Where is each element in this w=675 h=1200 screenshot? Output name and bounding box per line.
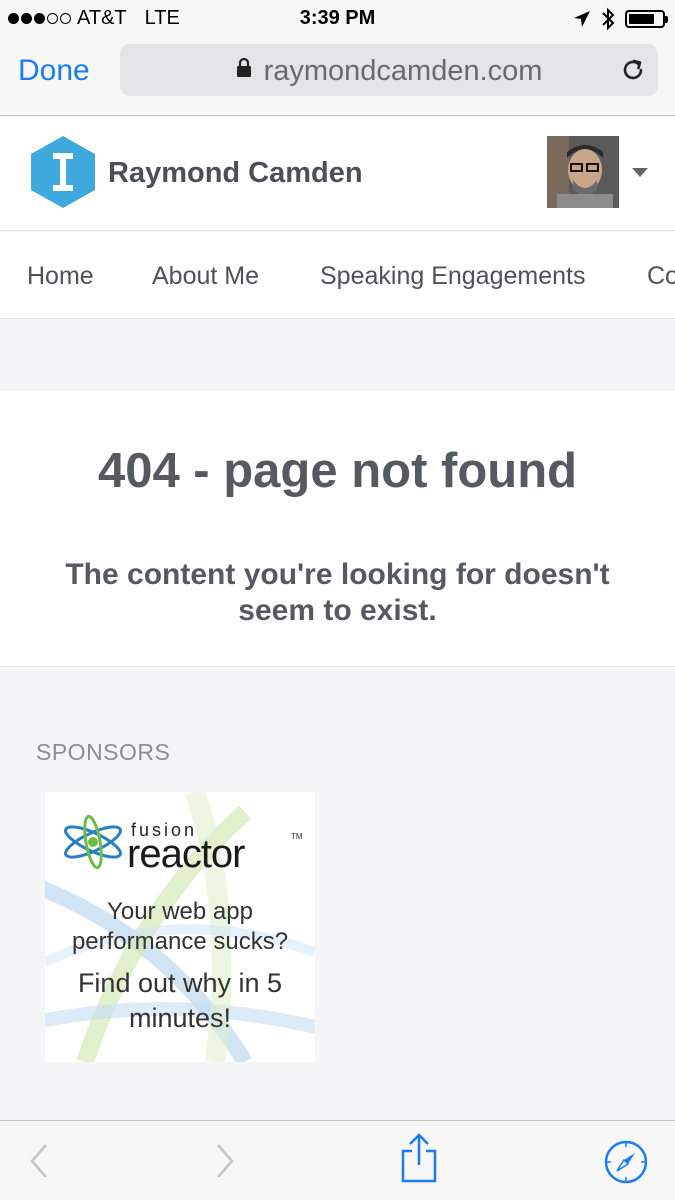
spacer-band: [0, 319, 675, 391]
nav-item-about-me[interactable]: About Me: [152, 262, 259, 291]
battery-icon: [625, 10, 668, 28]
location-arrow-icon: [574, 11, 590, 27]
browser-toolbar: [0, 1120, 675, 1200]
reload-icon[interactable]: [620, 57, 646, 83]
ad-text-line: minutes!: [128, 1003, 232, 1033]
main-nav: Home About Me Speaking Engagements Co: [0, 232, 675, 319]
ad-text-line: Find out why in 5: [77, 968, 283, 998]
ad-brand: reactor: [127, 832, 245, 876]
url-text: raymondcamden.com: [263, 55, 543, 87]
forward-icon[interactable]: [214, 1143, 236, 1179]
sponsors-heading: SPONSORS: [36, 739, 171, 765]
bluetooth-icon: [602, 7, 615, 31]
ad-trademark: TM: [291, 832, 303, 841]
avatar[interactable]: [547, 136, 619, 208]
nav-item-speaking-engagements[interactable]: Speaking Engagements: [320, 262, 585, 291]
chevron-down-icon[interactable]: [632, 168, 648, 177]
error-card: 404 - page not found The content you're …: [0, 391, 675, 667]
done-button[interactable]: Done: [18, 54, 90, 88]
page-title: 404 - page not found: [97, 444, 578, 498]
share-icon[interactable]: [400, 1133, 438, 1183]
status-icons: [573, 7, 668, 31]
avatar-photo: [547, 136, 619, 208]
site-logo-icon[interactable]: [31, 136, 95, 208]
nav-item-home[interactable]: Home: [27, 262, 94, 291]
ad-text-line: performance sucks?: [71, 928, 289, 955]
site-header: Raymond Camden: [0, 117, 675, 231]
browser-url-bar: Done raymondcamden.com: [0, 40, 675, 116]
address-field[interactable]: raymondcamden.com: [120, 44, 658, 96]
nav-item-contact[interactable]: Co: [647, 262, 675, 291]
status-bar: AT&T LTE 3:39 PM: [0, 0, 675, 40]
back-icon[interactable]: [28, 1143, 50, 1179]
site-title[interactable]: Raymond Camden: [108, 157, 363, 190]
ad-text-line: Your web app: [107, 898, 253, 925]
error-message: The content you're looking for doesn't s…: [65, 558, 610, 627]
compass-icon[interactable]: [604, 1140, 648, 1184]
lock-icon: [236, 53, 252, 86]
sponsor-ad-banner[interactable]: fusion reactor TM Your web app performan…: [45, 792, 315, 1062]
atom-logo-icon: [64, 814, 122, 870]
